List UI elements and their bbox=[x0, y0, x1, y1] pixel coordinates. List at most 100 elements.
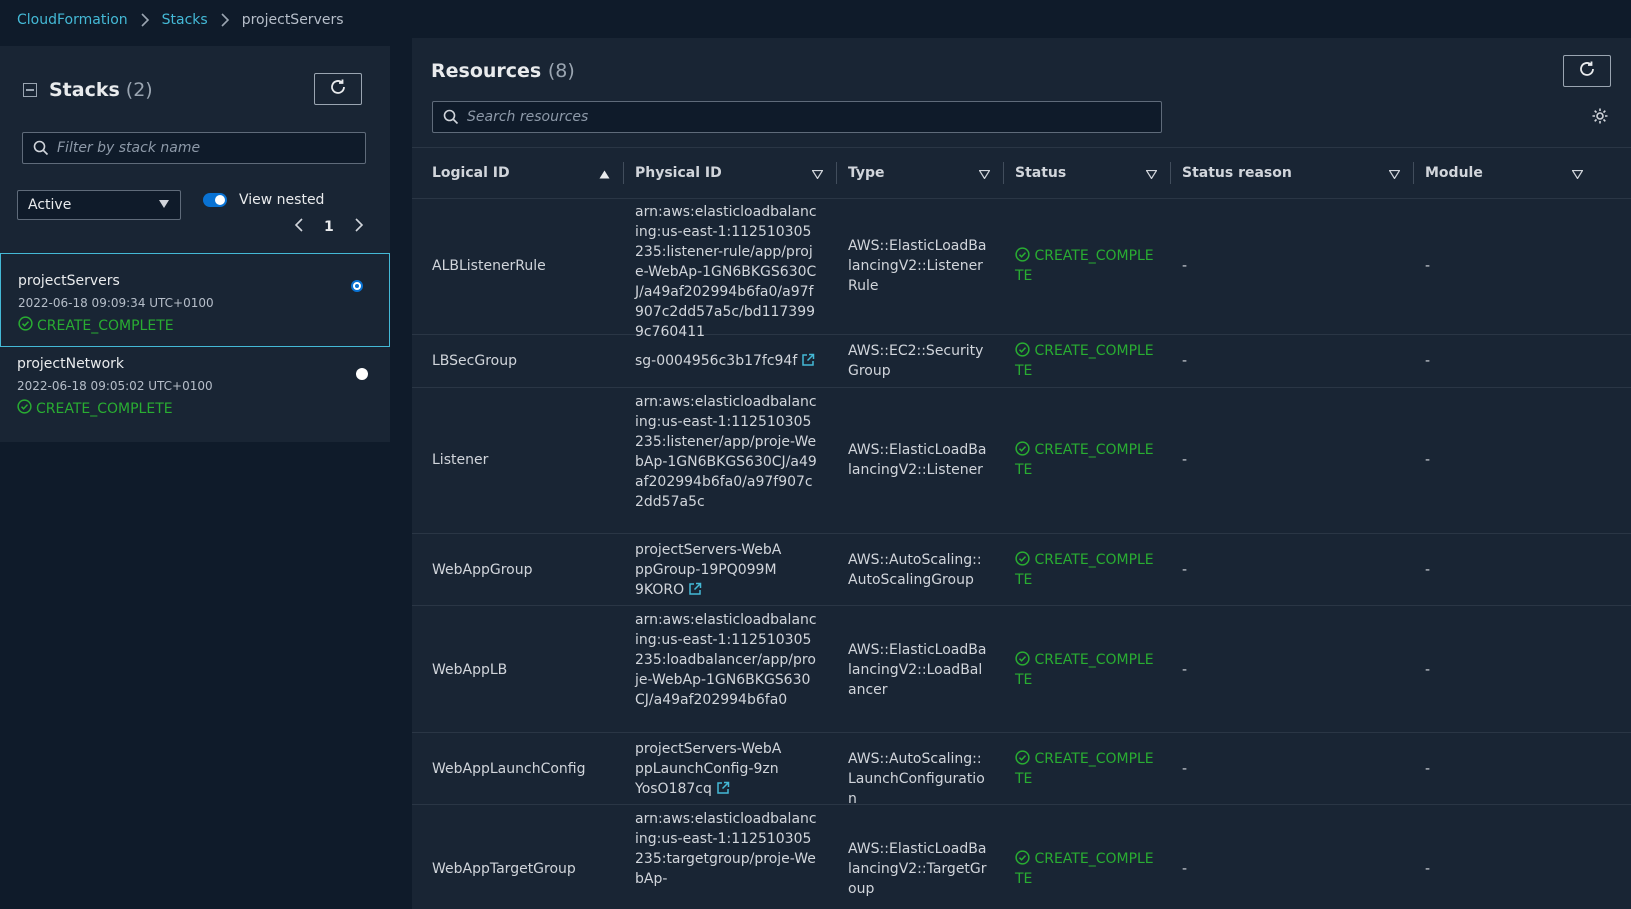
status-text: CREATE_COMPLETE bbox=[1015, 751, 1154, 787]
resource-type: AWS::ElasticLoadBalancingV2::LoadBalance… bbox=[848, 642, 987, 698]
resource-type: AWS::AutoScaling::LaunchConfiguration bbox=[848, 751, 985, 807]
col-status[interactable]: Status bbox=[1015, 148, 1169, 198]
col-status-reason[interactable]: Status reason bbox=[1182, 148, 1412, 198]
logical-id: LBSecGroup bbox=[432, 353, 517, 369]
module: - bbox=[1425, 761, 1431, 777]
stack-name[interactable]: projectServers bbox=[18, 273, 372, 289]
search-resources-input[interactable]: Search resources bbox=[432, 101, 1162, 133]
col-label: Status bbox=[1015, 165, 1067, 181]
table-row: ALBListenerRule arn:aws:elasticloadbalan… bbox=[412, 198, 1631, 340]
stack-item-projectservers[interactable]: projectServers 2022-06-18 09:09:34 UTC+0… bbox=[0, 253, 390, 347]
chevron-right-icon bbox=[140, 13, 150, 27]
physical-id-link[interactable]: projectServers-WebAppGroup-19PQ099M9KORO bbox=[635, 540, 785, 602]
search-icon bbox=[33, 140, 49, 156]
refresh-icon bbox=[329, 78, 347, 100]
logical-id: WebAppLB bbox=[432, 662, 508, 678]
status-text: CREATE_COMPLETE bbox=[1015, 851, 1154, 887]
toggle-switch[interactable] bbox=[203, 193, 227, 207]
check-circle-icon bbox=[1015, 551, 1030, 568]
stack-name[interactable]: projectNetwork bbox=[17, 356, 373, 372]
prev-page-icon[interactable] bbox=[294, 218, 304, 236]
refresh-stacks-button[interactable] bbox=[314, 73, 362, 105]
col-logical-id[interactable]: Logical ID bbox=[432, 148, 622, 198]
stacks-header: Stacks (2) bbox=[23, 79, 153, 101]
module: - bbox=[1425, 861, 1431, 877]
physical-id-link[interactable]: sg-0004956c3b17fc94f bbox=[635, 351, 817, 373]
sort-icon[interactable] bbox=[811, 167, 824, 183]
collapse-icon[interactable] bbox=[23, 83, 37, 97]
status-text: CREATE_COMPLETE bbox=[1015, 343, 1154, 379]
external-link-icon[interactable] bbox=[716, 781, 730, 801]
col-type[interactable]: Type bbox=[848, 148, 1002, 198]
col-label: Type bbox=[848, 165, 885, 181]
resources-title: Resources bbox=[431, 60, 542, 82]
resource-status: CREATE_COMPLETE bbox=[1015, 849, 1155, 889]
breadcrumb-cloudformation-link[interactable]: CloudFormation bbox=[17, 12, 128, 28]
logical-id: WebAppLaunchConfig bbox=[432, 761, 586, 777]
external-link-icon[interactable] bbox=[801, 353, 815, 373]
table-header: Logical ID Physical ID Type Status Statu… bbox=[412, 147, 1631, 199]
check-circle-icon bbox=[1015, 850, 1030, 867]
gear-icon[interactable] bbox=[1591, 107, 1609, 129]
stack-item-projectnetwork[interactable]: projectNetwork 2022-06-18 09:05:02 UTC+0… bbox=[0, 348, 390, 442]
status-filter-select[interactable]: Active bbox=[17, 190, 181, 220]
check-circle-icon bbox=[1015, 651, 1030, 668]
physical-id: arn:aws:elasticloadbalancing:us-east-1:1… bbox=[635, 612, 817, 708]
stack-radio[interactable] bbox=[356, 368, 368, 380]
resource-status: CREATE_COMPLETE bbox=[1015, 650, 1155, 690]
sort-icon[interactable] bbox=[978, 167, 991, 183]
stack-status: CREATE_COMPLETE bbox=[18, 316, 174, 335]
external-link-icon[interactable] bbox=[688, 582, 702, 602]
status-text: CREATE_COMPLETE bbox=[1015, 652, 1154, 688]
table-row: WebAppLB arn:aws:elasticloadbalancing:us… bbox=[412, 606, 1631, 733]
resource-status: CREATE_COMPLETE bbox=[1015, 341, 1155, 381]
stack-radio-selected[interactable] bbox=[351, 280, 363, 292]
table-row: WebAppGroup projectServers-WebAppGroup-1… bbox=[412, 534, 1631, 606]
logical-id: WebAppGroup bbox=[432, 562, 533, 578]
resources-header: Resources (8) bbox=[431, 60, 575, 82]
physical-id[interactable]: projectServers-WebAppGroup-19PQ099M9KORO bbox=[635, 542, 781, 598]
sort-ascending-icon[interactable] bbox=[599, 167, 610, 183]
module: - bbox=[1425, 353, 1431, 369]
check-circle-icon bbox=[18, 316, 33, 335]
col-physical-id[interactable]: Physical ID bbox=[635, 148, 835, 198]
logical-id: Listener bbox=[432, 452, 489, 468]
status-reason: - bbox=[1182, 761, 1188, 777]
sort-icon[interactable] bbox=[1571, 167, 1584, 183]
toggle-label: View nested bbox=[239, 192, 325, 208]
refresh-resources-button[interactable] bbox=[1563, 55, 1611, 87]
stacks-panel: Stacks (2) Filter by stack name Active V… bbox=[0, 46, 390, 442]
breadcrumb-stacks-link[interactable]: Stacks bbox=[162, 12, 208, 28]
module: - bbox=[1425, 662, 1431, 678]
status-text: CREATE_COMPLETE bbox=[1015, 248, 1154, 284]
caret-down-icon bbox=[158, 197, 170, 213]
module: - bbox=[1425, 258, 1431, 274]
status-filter-value: Active bbox=[28, 197, 72, 213]
logical-id: ALBListenerRule bbox=[432, 258, 546, 274]
stacks-title: Stacks bbox=[49, 79, 120, 101]
physical-id[interactable]: sg-0004956c3b17fc94f bbox=[635, 353, 797, 369]
search-placeholder: Search resources bbox=[467, 109, 589, 125]
check-circle-icon bbox=[1015, 342, 1030, 359]
resources-panel: Resources (8) Search resources Logical I… bbox=[412, 38, 1631, 909]
sort-icon[interactable] bbox=[1145, 167, 1158, 183]
physical-id[interactable]: projectServers-WebAppLaunchConfig-9znYos… bbox=[635, 741, 781, 797]
resource-type: AWS::ElasticLoadBalancingV2::Listener bbox=[848, 442, 987, 478]
sort-icon[interactable] bbox=[1388, 167, 1401, 183]
col-label: Logical ID bbox=[432, 165, 510, 181]
status-reason: - bbox=[1182, 258, 1188, 274]
resource-type: AWS::ElasticLoadBalancingV2::ListenerRul… bbox=[848, 238, 987, 294]
logical-id: WebAppTargetGroup bbox=[432, 861, 576, 877]
col-module[interactable]: Module bbox=[1425, 148, 1595, 198]
status-reason: - bbox=[1182, 861, 1188, 877]
physical-id-link[interactable]: projectServers-WebAppLaunchConfig-9znYos… bbox=[635, 739, 785, 801]
next-page-icon[interactable] bbox=[354, 218, 364, 236]
stack-status: CREATE_COMPLETE bbox=[17, 399, 173, 418]
resource-status: CREATE_COMPLETE bbox=[1015, 246, 1155, 286]
status-text: CREATE_COMPLETE bbox=[1015, 442, 1154, 478]
page-number[interactable]: 1 bbox=[324, 219, 334, 235]
view-nested-toggle[interactable]: View nested bbox=[203, 192, 324, 208]
filter-stacks-input[interactable]: Filter by stack name bbox=[22, 132, 366, 164]
module: - bbox=[1425, 562, 1431, 578]
col-label: Physical ID bbox=[635, 165, 722, 181]
